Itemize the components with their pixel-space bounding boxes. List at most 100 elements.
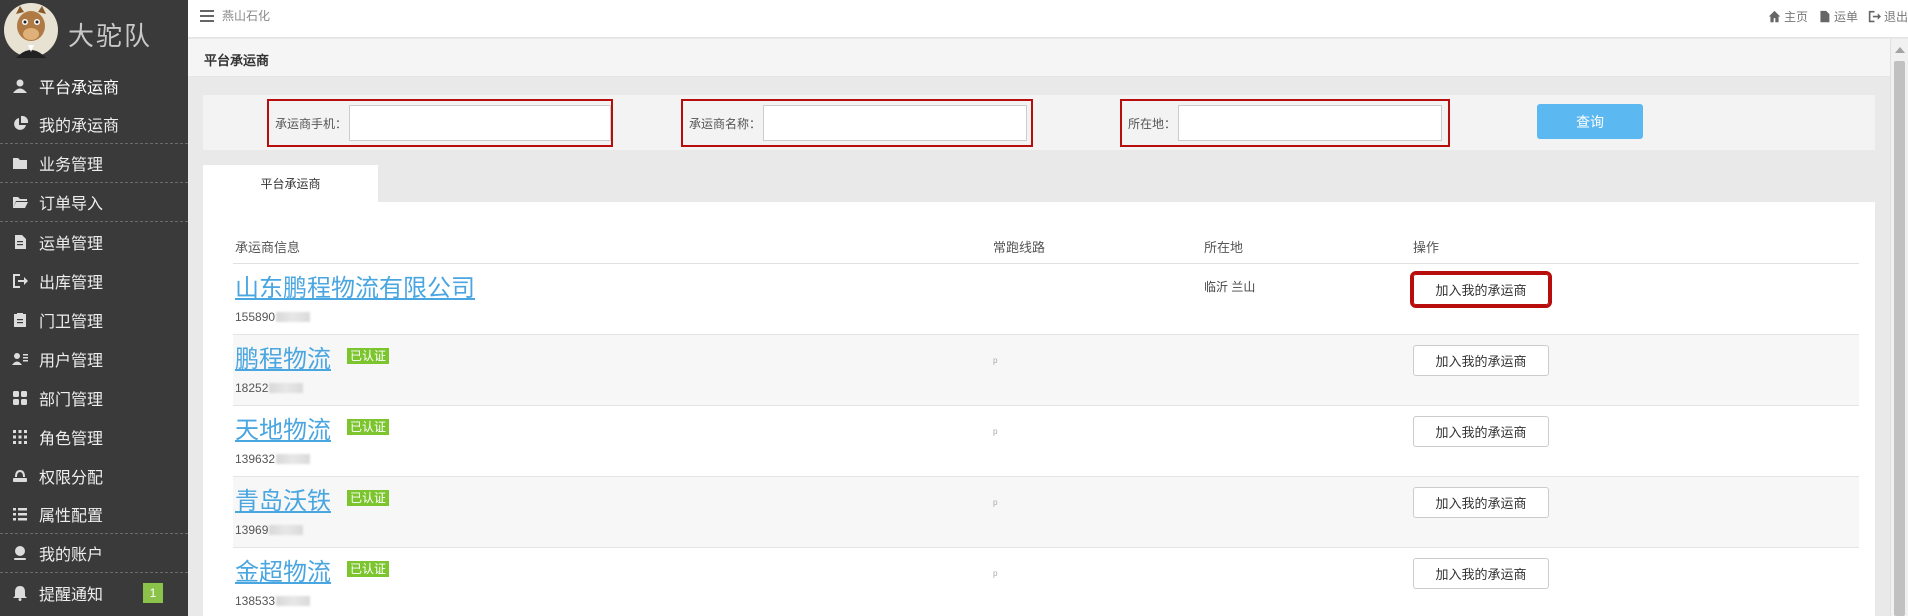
- route-marker: ᵖ: [993, 497, 998, 511]
- search-bar: 承运商手机： 承运商名称： 所在地： 查询: [203, 95, 1875, 150]
- sidebar-item-label: 我的账户: [39, 547, 104, 564]
- phone-number: 155890: [235, 310, 276, 324]
- clipboard-icon: [12, 312, 28, 328]
- sidebar-item-account[interactable]: 我的账户: [0, 534, 188, 573]
- sidebar-item-attributes[interactable]: 属性配置: [0, 495, 188, 534]
- waybill-link[interactable]: 运单: [1818, 8, 1858, 25]
- header-routes: 常跑线路: [993, 240, 1046, 255]
- scroll-up-arrow-icon[interactable]: [1895, 47, 1905, 53]
- phone-redaction: [269, 525, 304, 535]
- carrier-phone: 13969: [235, 523, 304, 537]
- verified-badge: 已认证: [347, 561, 390, 577]
- sidebar-item-label: 属性配置: [39, 508, 104, 525]
- dots-grid-icon: [12, 429, 28, 445]
- name-input[interactable]: [763, 105, 1028, 141]
- sidebar-item-label: 权限分配: [39, 469, 104, 487]
- sidebar-item-label: 提醒通知: [39, 586, 104, 604]
- carrier-name-link[interactable]: 金超物流: [235, 552, 331, 587]
- add-to-my-carriers-button[interactable]: 加入我的承运商: [1410, 271, 1552, 308]
- phone-input[interactable]: [349, 105, 611, 141]
- phone-filter: 承运商手机：: [267, 99, 613, 147]
- sidebar-item-roles[interactable]: 角色管理: [0, 417, 188, 456]
- sidebar-item-label: 订单导入: [39, 196, 104, 213]
- sidebar-item-permissions[interactable]: 权限分配: [0, 456, 188, 495]
- file-icon: [12, 234, 28, 250]
- name-filter-label: 承运商名称：: [689, 116, 762, 131]
- carrier-name-link[interactable]: 山东鹏程物流有限公司: [235, 268, 475, 303]
- add-to-my-carriers-button[interactable]: 加入我的承运商: [1413, 416, 1549, 447]
- carrier-name-link[interactable]: 青岛沃铁: [235, 481, 331, 516]
- table-row: 山东鹏程物流有限公司 155890 临沂 兰山 加入我的承运商: [233, 264, 1859, 335]
- sidebar-nav: 平台承运商 我的承运商 业务管理 订单导入 运单管理 出库管理 门卫管理 用户管…: [0, 66, 188, 612]
- key-icon: [12, 468, 28, 484]
- sidebar-item-order-import[interactable]: 订单导入: [0, 183, 188, 222]
- location-filter-label: 所在地：: [1128, 116, 1177, 131]
- sidebar-item-outbound[interactable]: 出库管理: [0, 261, 188, 300]
- page-scrollbar[interactable]: [1890, 39, 1908, 616]
- phone-redaction: [276, 596, 311, 606]
- folder-icon: [12, 155, 28, 171]
- phone-number: 13969: [235, 523, 269, 537]
- export-icon: [12, 273, 28, 289]
- top-links: 主页 运单 退出: [1768, 8, 1908, 25]
- name-filter: 承运商名称：: [681, 99, 1033, 147]
- search-button[interactable]: 查询: [1537, 104, 1643, 139]
- location-input[interactable]: [1178, 105, 1443, 141]
- phone-filter-label: 承运商手机：: [275, 116, 348, 131]
- add-to-my-carriers-button[interactable]: 加入我的承运商: [1413, 345, 1549, 376]
- sidebar-item-business[interactable]: 业务管理: [0, 144, 188, 183]
- location-filter: 所在地：: [1120, 99, 1450, 147]
- route-marker: ᵖ: [993, 426, 998, 440]
- users-icon: [12, 351, 28, 367]
- phone-redaction: [276, 312, 311, 322]
- sidebar-item-label: 用户管理: [39, 352, 104, 370]
- carrier-phone: 138533: [235, 594, 311, 608]
- home-link[interactable]: 主页: [1768, 8, 1808, 25]
- logout-icon: [1868, 10, 1881, 23]
- sidebar-item-platform-carriers[interactable]: 平台承运商: [0, 66, 188, 105]
- sidebar-item-label: 平台承运商: [39, 79, 120, 97]
- route-marker: ᵖ: [993, 355, 998, 369]
- document-icon: [1820, 10, 1830, 23]
- sidebar-item-waybill[interactable]: 运单管理: [0, 222, 188, 261]
- user-icon: [12, 78, 28, 94]
- add-to-my-carriers-button[interactable]: 加入我的承运商: [1413, 558, 1549, 589]
- brand-name: 大驼队: [68, 22, 153, 52]
- waybill-link-label: 运单: [1833, 10, 1858, 24]
- sidebar-item-label: 我的承运商: [39, 118, 120, 135]
- sidebar-item-gate[interactable]: 门卫管理: [0, 300, 188, 339]
- list-icon: [12, 506, 28, 522]
- route-marker: ᵖ: [993, 568, 998, 582]
- header-location: 所在地: [1204, 240, 1244, 255]
- logout-link-label: 退出: [1883, 10, 1908, 24]
- carrier-table-panel: 承运商信息 常跑线路 所在地 操作 山东鹏程物流有限公司 155890 临沂 兰…: [203, 202, 1875, 616]
- sidebar-item-notifications[interactable]: 提醒通知 1: [0, 573, 188, 612]
- tab-bar: 平台承运商: [203, 165, 1875, 202]
- carrier-name-link[interactable]: 天地物流: [235, 410, 331, 445]
- page-title: 平台承运商: [204, 53, 270, 68]
- scroll-thumb[interactable]: [1894, 61, 1905, 616]
- sidebar-item-label: 部门管理: [39, 391, 104, 409]
- header-carrier-info: 承运商信息: [235, 240, 301, 255]
- table-row: 天地物流 已认证 139632 ᵖ 加入我的承运商: [233, 406, 1859, 477]
- logout-link[interactable]: 退出: [1868, 8, 1908, 25]
- bell-icon: [12, 585, 28, 601]
- sidebar-item-label: 角色管理: [39, 430, 104, 448]
- carrier-location: 临沂 兰山: [1204, 280, 1256, 294]
- sidebar-item-label: 运单管理: [39, 235, 104, 253]
- add-to-my-carriers-button[interactable]: 加入我的承运商: [1413, 487, 1549, 518]
- phone-number: 139632: [235, 452, 276, 466]
- phone-number: 18252: [235, 381, 269, 395]
- menu-toggle-icon[interactable]: [200, 10, 214, 22]
- table-row: 鹏程物流 已认证 18252 ᵖ 加入我的承运商: [233, 335, 1859, 406]
- carrier-name-link[interactable]: 鹏程物流: [235, 339, 331, 374]
- sidebar-item-my-carriers[interactable]: 我的承运商: [0, 105, 188, 144]
- page-header: 平台承运商: [188, 39, 1890, 77]
- grid-icon: [12, 390, 28, 406]
- phone-redaction: [269, 383, 304, 393]
- tab-platform-carriers[interactable]: 平台承运商: [203, 165, 378, 202]
- pie-chart-icon: [12, 116, 28, 132]
- sidebar-item-users[interactable]: 用户管理: [0, 339, 188, 378]
- sidebar-item-departments[interactable]: 部门管理: [0, 378, 188, 417]
- notification-badge: 1: [143, 583, 163, 603]
